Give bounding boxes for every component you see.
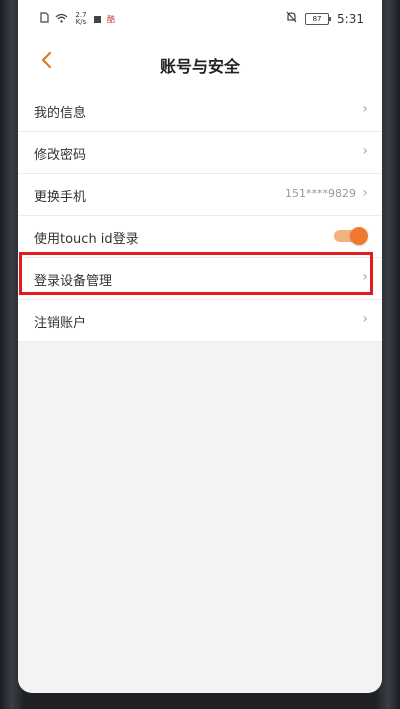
menu-item-delete-account[interactable]: 注销账户 › <box>18 300 382 342</box>
network-speed-unit: K/s <box>75 18 87 26</box>
navigation-bar: 账号与安全 <box>18 38 382 90</box>
chevron-right-icon: › <box>362 143 368 159</box>
sim-card-icon <box>40 12 49 26</box>
page-title: 账号与安全 <box>159 57 240 76</box>
chevron-right-icon: › <box>362 269 368 285</box>
battery-icon: 87 <box>305 12 332 25</box>
menu-item-label: 使用touch id登录 <box>34 232 139 247</box>
status-right: 87 5:31 <box>286 11 364 26</box>
bell-muted-icon <box>286 11 297 26</box>
notification-app-badge: 酷 <box>107 14 115 24</box>
settings-list: 我的信息 › 修改密码 › 更换手机 151****9829 › 使用touch… <box>18 90 382 342</box>
menu-item-label: 我的信息 <box>34 106 87 121</box>
menu-item-change-password[interactable]: 修改密码 › <box>18 132 382 174</box>
status-bar: 2.7 K/s 酷 87 5:31 <box>18 0 382 38</box>
menu-item-label: 更换手机 <box>34 190 87 205</box>
phone-frame: 2.7 K/s 酷 87 5:31 账号与安全 我的信息 › 修改密码 › 更换… <box>0 0 400 709</box>
menu-item-my-info[interactable]: 我的信息 › <box>18 90 382 132</box>
chevron-right-icon: › <box>362 101 368 117</box>
status-time: 5:31 <box>337 11 364 26</box>
touch-id-toggle[interactable] <box>334 227 368 245</box>
menu-item-label: 修改密码 <box>34 148 87 163</box>
menu-item-change-phone[interactable]: 更换手机 151****9829 › <box>18 174 382 216</box>
wifi-icon <box>55 13 68 26</box>
menu-item-label: 注销账户 <box>34 316 87 331</box>
toggle-knob <box>350 227 368 245</box>
screen: 2.7 K/s 酷 87 5:31 账号与安全 我的信息 › 修改密码 › 更换… <box>18 0 382 693</box>
status-left: 2.7 K/s 酷 <box>40 12 115 26</box>
notification-square-icon <box>94 15 101 23</box>
menu-item-label: 登录设备管理 <box>34 274 113 289</box>
phone-number-value: 151****9829 <box>285 187 356 200</box>
menu-item-touch-id: 使用touch id登录 <box>18 216 382 258</box>
chevron-right-icon: › <box>362 311 368 327</box>
menu-item-device-management[interactable]: 登录设备管理 › <box>18 258 382 300</box>
network-speed: 2.7 K/s <box>74 12 88 26</box>
chevron-right-icon: › <box>362 185 368 201</box>
